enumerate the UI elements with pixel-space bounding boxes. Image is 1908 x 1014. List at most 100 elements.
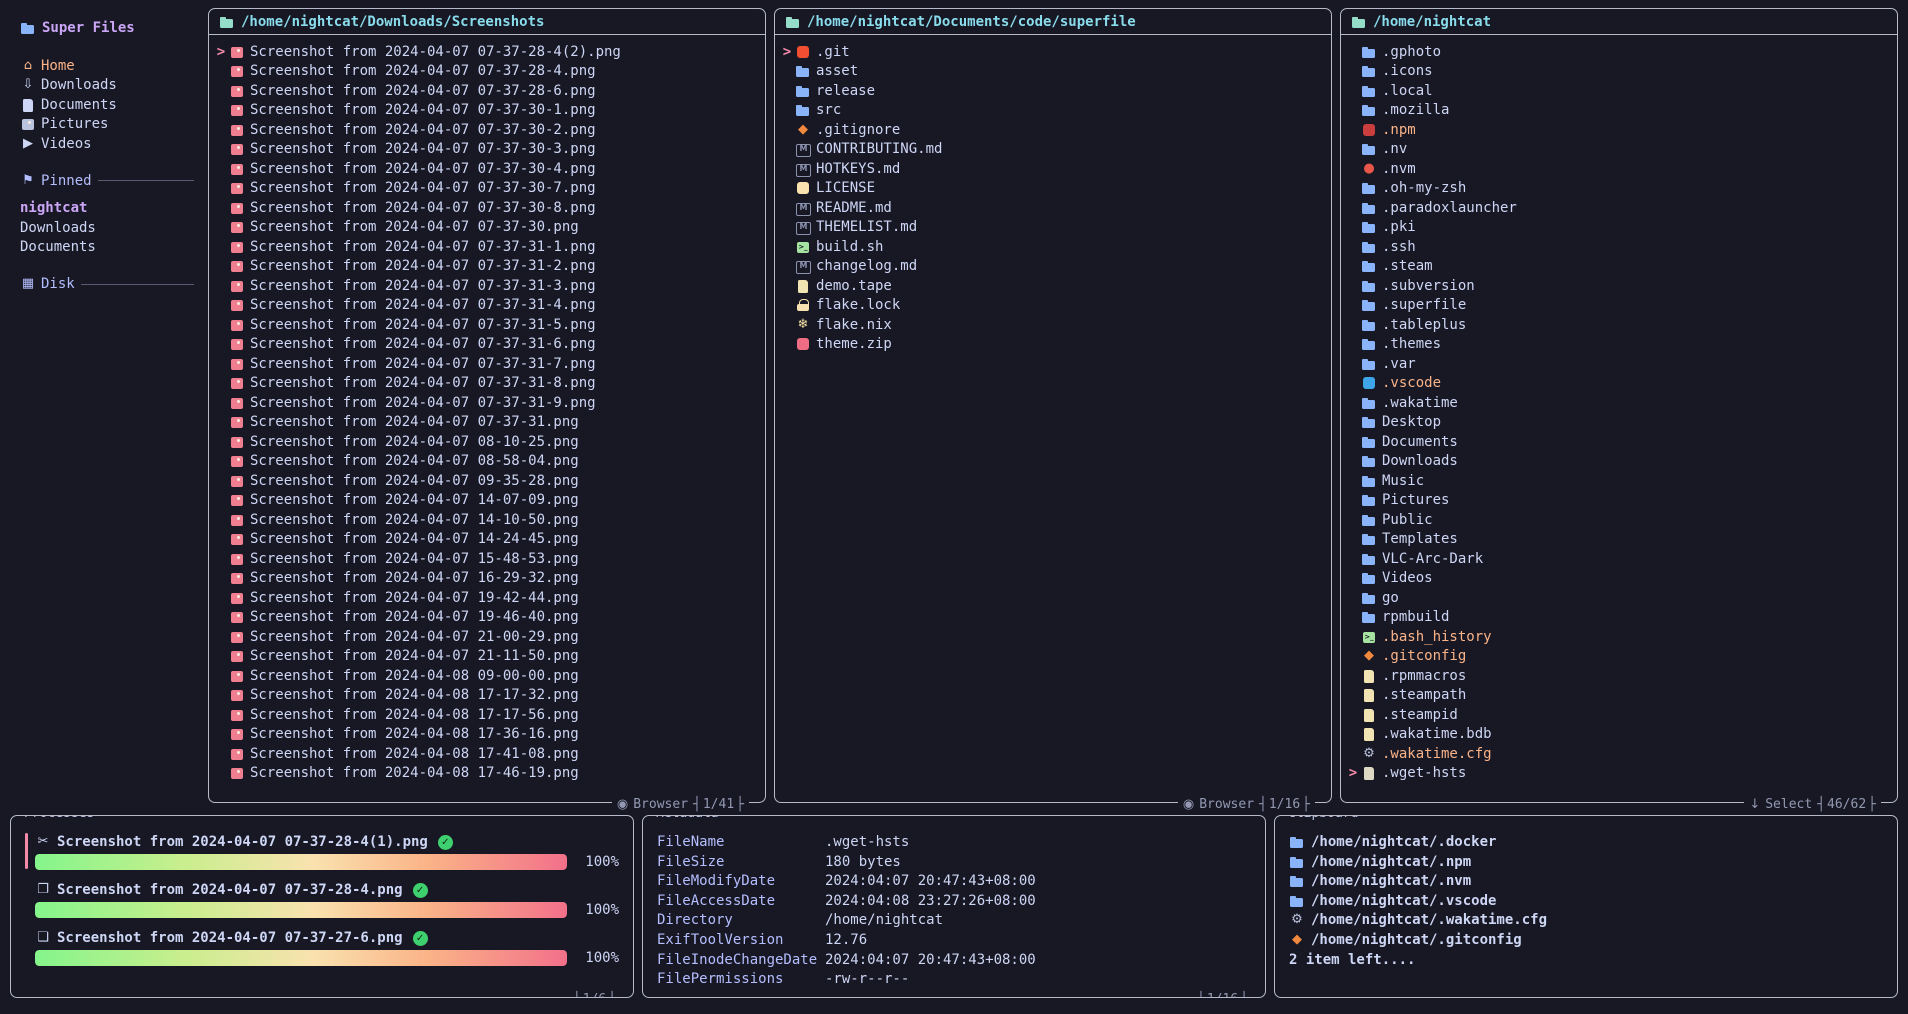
file-row[interactable]: Screenshot from 2024-04-08 17-17-56.png: [213, 705, 757, 725]
file-row[interactable]: >Screenshot from 2024-04-07 07-37-28-4(2…: [213, 42, 757, 62]
file-row[interactable]: theme.zip: [779, 335, 1323, 355]
file-row[interactable]: src: [779, 101, 1323, 121]
sidebar-item-downloads[interactable]: Downloads: [20, 218, 194, 238]
file-row[interactable]: Screenshot from 2024-04-07 16-29-32.png: [213, 569, 757, 589]
file-row[interactable]: go: [1345, 588, 1889, 608]
file-row[interactable]: Screenshot from 2024-04-07 09-35-28.png: [213, 471, 757, 491]
file-row[interactable]: Screenshot from 2024-04-07 08-10-25.png: [213, 432, 757, 452]
file-row[interactable]: .ssh: [1345, 237, 1889, 257]
file-row[interactable]: Screenshot from 2024-04-07 07-37-31-3.pn…: [213, 276, 757, 296]
clipboard-item[interactable]: /home/nightcat/.vscode: [1289, 891, 1883, 911]
file-row[interactable]: asset: [779, 62, 1323, 82]
file-row[interactable]: .steampid: [1345, 705, 1889, 725]
clipboard-item[interactable]: /home/nightcat/.npm: [1289, 852, 1883, 872]
file-row[interactable]: Screenshot from 2024-04-07 07-37-30.png: [213, 218, 757, 238]
file-row[interactable]: .gphoto: [1345, 42, 1889, 62]
clipboard-item[interactable]: ◆/home/nightcat/.gitconfig: [1289, 930, 1883, 950]
file-row[interactable]: Screenshot from 2024-04-07 21-11-50.png: [213, 647, 757, 667]
file-row[interactable]: Screenshot from 2024-04-07 07-37-30-2.pn…: [213, 120, 757, 140]
file-row[interactable]: Videos: [1345, 569, 1889, 589]
file-row[interactable]: Screenshot from 2024-04-07 19-46-40.png: [213, 608, 757, 628]
file-row[interactable]: Documents: [1345, 432, 1889, 452]
sidebar-item-pictures[interactable]: Pictures: [20, 115, 194, 135]
file-row[interactable]: .themes: [1345, 335, 1889, 355]
file-row[interactable]: Music: [1345, 471, 1889, 491]
file-row[interactable]: Public: [1345, 510, 1889, 530]
clipboard-item[interactable]: /home/nightcat/.docker: [1289, 832, 1883, 852]
file-row[interactable]: Screenshot from 2024-04-07 07-37-30-1.pn…: [213, 101, 757, 121]
file-row[interactable]: .pki: [1345, 218, 1889, 238]
file-row[interactable]: ⚙.wakatime.cfg: [1345, 744, 1889, 764]
file-row[interactable]: .subversion: [1345, 276, 1889, 296]
file-row[interactable]: LICENSE: [779, 179, 1323, 199]
file-row[interactable]: .wakatime: [1345, 393, 1889, 413]
file-row[interactable]: Screenshot from 2024-04-07 14-10-50.png: [213, 510, 757, 530]
file-row[interactable]: Screenshot from 2024-04-07 07-37-28-4.pn…: [213, 62, 757, 82]
sidebar-item-home[interactable]: ⌂Home: [20, 56, 194, 76]
file-row[interactable]: Screenshot from 2024-04-07 14-24-45.png: [213, 530, 757, 550]
file-row[interactable]: .paradoxlauncher: [1345, 198, 1889, 218]
file-row[interactable]: .steampath: [1345, 686, 1889, 706]
file-row[interactable]: Screenshot from 2024-04-07 07-37-31-8.pn…: [213, 374, 757, 394]
file-row[interactable]: .rpmmacros: [1345, 666, 1889, 686]
file-row[interactable]: .vscode: [1345, 374, 1889, 394]
file-row[interactable]: .steam: [1345, 257, 1889, 277]
file-row[interactable]: Screenshot from 2024-04-08 17-46-19.png: [213, 764, 757, 784]
file-row[interactable]: Screenshot from 2024-04-07 07-37-30-3.pn…: [213, 140, 757, 160]
file-row[interactable]: Screenshot from 2024-04-07 19-42-44.png: [213, 588, 757, 608]
file-row[interactable]: Screenshot from 2024-04-08 09-00-00.png: [213, 666, 757, 686]
file-row[interactable]: >.git: [779, 42, 1323, 62]
file-row[interactable]: Screenshot from 2024-04-07 14-07-09.png: [213, 491, 757, 511]
file-row[interactable]: CONTRIBUTING.md: [779, 140, 1323, 160]
file-row[interactable]: rpmbuild: [1345, 608, 1889, 628]
file-row[interactable]: .nv: [1345, 140, 1889, 160]
file-row[interactable]: VLC-Arc-Dark: [1345, 549, 1889, 569]
file-row[interactable]: Downloads: [1345, 452, 1889, 472]
file-row[interactable]: HOTKEYS.md: [779, 159, 1323, 179]
file-row[interactable]: Screenshot from 2024-04-07 08-58-04.png: [213, 452, 757, 472]
file-row[interactable]: .var: [1345, 354, 1889, 374]
file-row[interactable]: ◆.gitconfig: [1345, 647, 1889, 667]
sidebar-item-documents[interactable]: Documents: [20, 238, 194, 258]
file-row[interactable]: Screenshot from 2024-04-07 07-37-31-2.pn…: [213, 257, 757, 277]
file-row[interactable]: README.md: [779, 198, 1323, 218]
file-row[interactable]: Screenshot from 2024-04-07 07-37-31-5.pn…: [213, 315, 757, 335]
clipboard-item[interactable]: /home/nightcat/.nvm: [1289, 871, 1883, 891]
process-item[interactable]: ✂Screenshot from 2024-04-07 07-37-28-4(1…: [25, 832, 619, 870]
file-row[interactable]: Screenshot from 2024-04-07 15-48-53.png: [213, 549, 757, 569]
file-row[interactable]: .npm: [1345, 120, 1889, 140]
sidebar-item-nightcat[interactable]: nightcat: [20, 199, 194, 219]
file-row[interactable]: Desktop: [1345, 413, 1889, 433]
file-row[interactable]: .superfile: [1345, 296, 1889, 316]
file-row[interactable]: ●.nvm: [1345, 159, 1889, 179]
file-row[interactable]: Screenshot from 2024-04-07 07-37-31-4.pn…: [213, 296, 757, 316]
file-row[interactable]: .icons: [1345, 62, 1889, 82]
file-row[interactable]: >.wget-hsts: [1345, 764, 1889, 784]
file-row[interactable]: Screenshot from 2024-04-07 21-00-29.png: [213, 627, 757, 647]
file-row[interactable]: Screenshot from 2024-04-07 07-37-31-6.pn…: [213, 335, 757, 355]
file-row[interactable]: Screenshot from 2024-04-07 07-37-31-1.pn…: [213, 237, 757, 257]
file-row[interactable]: THEMELIST.md: [779, 218, 1323, 238]
file-row[interactable]: ◆.gitignore: [779, 120, 1323, 140]
file-row[interactable]: Screenshot from 2024-04-08 17-41-08.png: [213, 744, 757, 764]
file-row[interactable]: build.sh: [779, 237, 1323, 257]
file-row[interactable]: .local: [1345, 81, 1889, 101]
sidebar-item-documents[interactable]: Documents: [20, 95, 194, 115]
file-row[interactable]: Pictures: [1345, 491, 1889, 511]
file-row[interactable]: flake.lock: [779, 296, 1323, 316]
file-row[interactable]: Screenshot from 2024-04-07 07-37-31.png: [213, 413, 757, 433]
file-row[interactable]: .tableplus: [1345, 315, 1889, 335]
file-row[interactable]: .mozilla: [1345, 101, 1889, 121]
file-row[interactable]: Screenshot from 2024-04-08 17-17-32.png: [213, 686, 757, 706]
sidebar-item-downloads[interactable]: ⇩Downloads: [20, 76, 194, 96]
file-row[interactable]: .wakatime.bdb: [1345, 725, 1889, 745]
process-item[interactable]: ❏Screenshot from 2024-04-07 07-37-27-6.p…: [25, 928, 619, 966]
sidebar-item-videos[interactable]: ▶Videos: [20, 134, 194, 154]
file-row[interactable]: Screenshot from 2024-04-08 17-36-16.png: [213, 725, 757, 745]
file-row[interactable]: release: [779, 81, 1323, 101]
file-row[interactable]: Screenshot from 2024-04-07 07-37-28-6.pn…: [213, 81, 757, 101]
file-row[interactable]: demo.tape: [779, 276, 1323, 296]
file-row[interactable]: Screenshot from 2024-04-07 07-37-31-7.pn…: [213, 354, 757, 374]
file-row[interactable]: ❄flake.nix: [779, 315, 1323, 335]
file-row[interactable]: Screenshot from 2024-04-07 07-37-30-4.pn…: [213, 159, 757, 179]
